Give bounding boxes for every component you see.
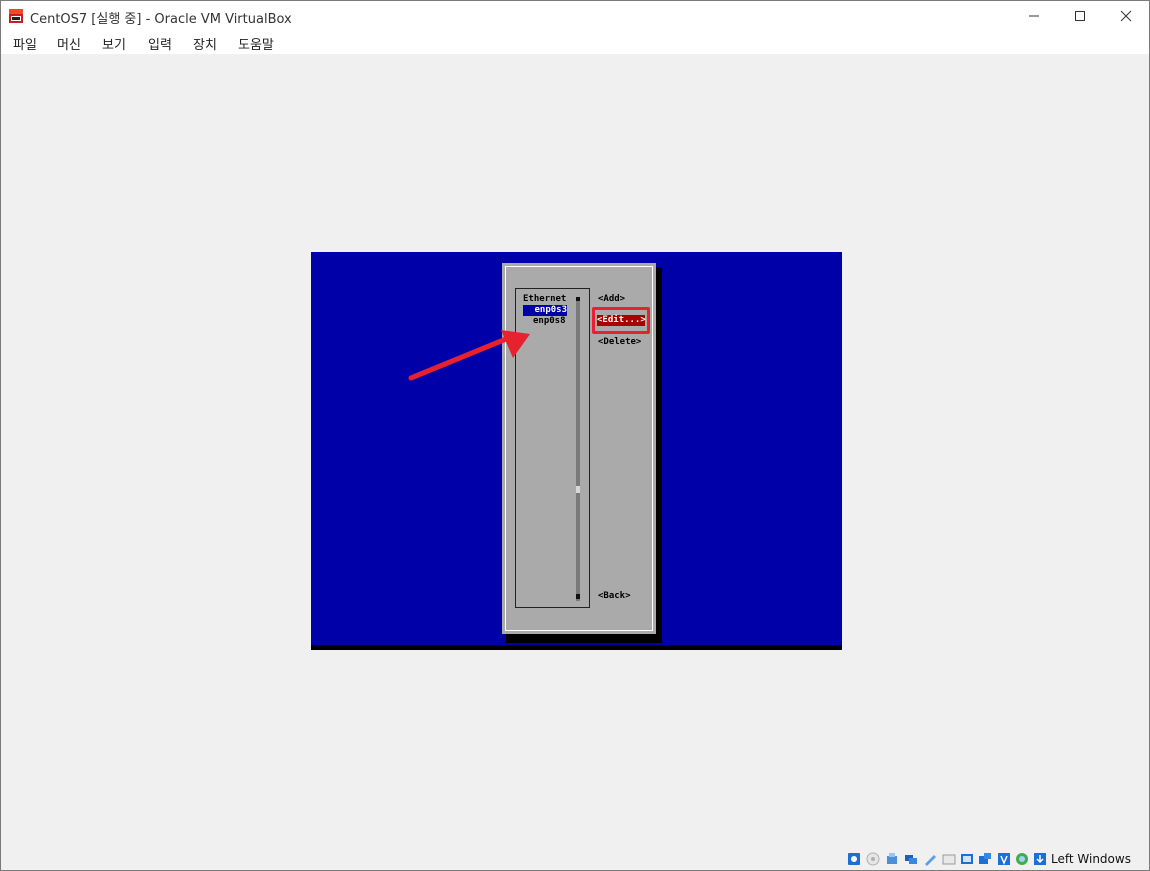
display-icon[interactable] bbox=[960, 852, 974, 866]
menu-input[interactable]: 입력 bbox=[148, 34, 172, 53]
menu-machine[interactable]: 머신 bbox=[57, 34, 81, 53]
annotation-arrow-icon bbox=[408, 330, 530, 381]
shared-folders-icon[interactable] bbox=[942, 852, 956, 866]
minimize-button[interactable] bbox=[1011, 1, 1057, 31]
virtualbox-window: CentOS7 [실행 중] - Oracle VM VirtualBox 파일… bbox=[0, 0, 1150, 871]
hard-disk-icon[interactable] bbox=[847, 852, 861, 866]
audio-icon[interactable] bbox=[885, 852, 899, 866]
connection-category-ethernet: Ethernet bbox=[523, 294, 567, 304]
virtualbox-app-icon bbox=[8, 8, 24, 24]
close-icon bbox=[1120, 10, 1132, 22]
mouse-integration-icon[interactable] bbox=[1015, 852, 1029, 866]
keyboard-capture-icon[interactable] bbox=[1033, 852, 1047, 866]
network-icon[interactable] bbox=[904, 852, 918, 866]
menu-view[interactable]: 보기 bbox=[102, 34, 126, 53]
video-capture-icon[interactable] bbox=[978, 852, 992, 866]
menu-devices[interactable]: 장치 bbox=[193, 34, 217, 53]
scrollbar-thumb[interactable] bbox=[576, 486, 580, 493]
connection-item-label: enp0s3 bbox=[534, 305, 567, 315]
menu-file[interactable]: 파일 bbox=[13, 34, 37, 53]
host-key-label: Left Windows bbox=[1051, 852, 1131, 866]
back-button[interactable]: <Back> bbox=[598, 591, 631, 602]
close-button[interactable] bbox=[1103, 1, 1149, 31]
delete-button[interactable]: <Delete> bbox=[598, 337, 641, 348]
minimize-icon bbox=[1029, 15, 1039, 17]
vm-screen-bottom-edge bbox=[311, 645, 842, 650]
add-button[interactable]: <Add> bbox=[598, 294, 625, 305]
edit-button-label: <Edit...> bbox=[597, 315, 646, 325]
nmtui-connection-dialog: Ethernet enp0s3 enp0s8 <Add> <Edit...> <… bbox=[502, 263, 656, 634]
title-bar[interactable]: CentOS7 [실행 중] - Oracle VM VirtualBox bbox=[1, 1, 1149, 31]
optical-drive-icon[interactable] bbox=[866, 852, 880, 866]
scrollbar-track[interactable] bbox=[576, 301, 580, 601]
virtualization-icon[interactable] bbox=[997, 852, 1011, 866]
usb-icon[interactable] bbox=[923, 852, 937, 866]
menu-bar: 파일 머신 보기 입력 장치 도움말 bbox=[1, 31, 1149, 54]
maximize-button[interactable] bbox=[1057, 1, 1103, 31]
status-bar: Left Windows bbox=[1, 846, 1149, 870]
menu-help[interactable]: 도움말 bbox=[238, 34, 274, 53]
scrollbar-bottom-cap bbox=[576, 594, 580, 599]
window-title: CentOS7 [실행 중] - Oracle VM VirtualBox bbox=[30, 12, 292, 27]
maximize-icon bbox=[1075, 11, 1085, 21]
connection-item-selected[interactable]: enp0s3 bbox=[523, 305, 567, 316]
edit-button[interactable]: <Edit...> bbox=[597, 315, 646, 326]
